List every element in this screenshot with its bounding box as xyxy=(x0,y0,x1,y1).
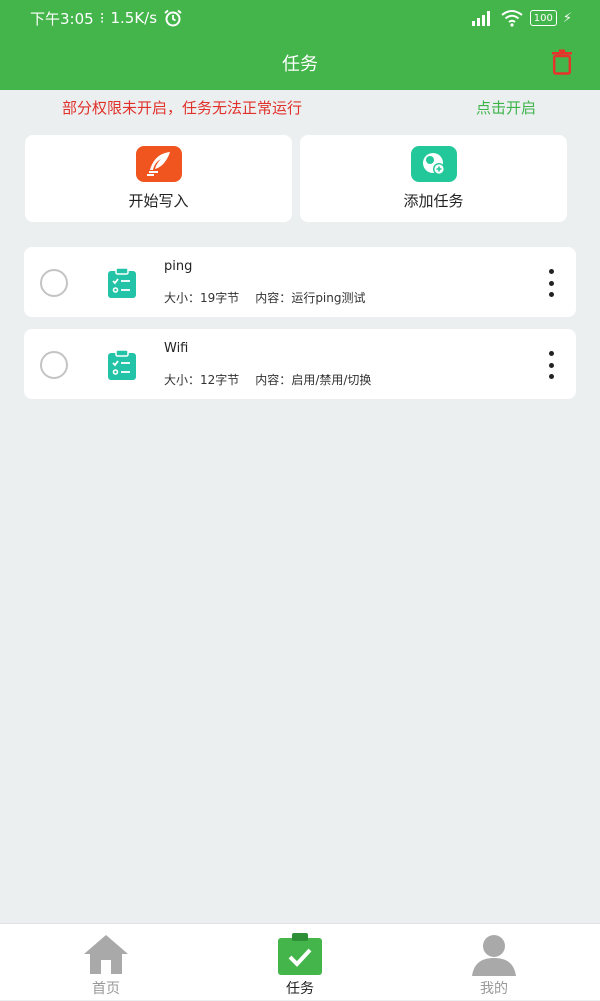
status-time: 下午3:05 xyxy=(30,9,94,28)
battery-icon: 100 xyxy=(529,10,557,26)
task-size-label: 大小： xyxy=(164,373,201,387)
more-options-icon[interactable] xyxy=(546,351,556,379)
task-content: 运行ping测试 xyxy=(291,291,366,305)
task-content-label: 内容： xyxy=(255,373,292,387)
bottom-nav: 首页 任务 我的 xyxy=(0,923,600,1000)
more-options-icon[interactable] xyxy=(546,269,556,297)
user-icon xyxy=(472,935,516,976)
task-meta: 大小：19字节 内容：运行ping测试 xyxy=(164,289,366,306)
home-icon xyxy=(84,935,128,974)
task-content-label: 内容： xyxy=(255,291,292,305)
app-bar: 任务 xyxy=(0,36,600,90)
quill-icon xyxy=(135,146,182,182)
nav-mine-label: 我的 xyxy=(480,981,508,997)
task-clipboard-icon xyxy=(278,933,322,975)
task-item-ping[interactable]: ping 大小：19字节 内容：运行ping测试 xyxy=(24,247,576,317)
permission-warning: 部分权限未开启，任务无法正常运行 xyxy=(62,98,303,117)
wifi-icon xyxy=(501,10,523,27)
page-title: 任务 xyxy=(282,54,318,75)
task-meta: 大小：12字节 内容：启用/禁用/切换 xyxy=(164,371,371,388)
trash-icon[interactable] xyxy=(550,49,574,75)
charging-icon: ⚡ xyxy=(562,10,572,26)
clipboard-icon xyxy=(108,267,136,298)
task-content: 启用/禁用/切换 xyxy=(291,373,372,387)
start-write-label: 开始写入 xyxy=(128,192,189,210)
nav-mine[interactable]: 我的 xyxy=(394,924,594,1001)
start-write-button[interactable]: 开始写入 xyxy=(25,135,292,222)
task-size-label: 大小： xyxy=(164,291,201,305)
nav-task[interactable]: 任务 xyxy=(200,924,400,1001)
task-name: Wifi xyxy=(164,341,189,356)
alarm-icon xyxy=(164,9,182,27)
nav-home-label: 首页 xyxy=(92,981,120,997)
add-task-button[interactable]: 添加任务 xyxy=(300,135,567,222)
battery-level: 100 xyxy=(533,12,553,24)
task-size: 12字节 xyxy=(200,373,240,387)
signal-icon xyxy=(471,11,490,26)
add-task-label: 添加任务 xyxy=(403,192,464,210)
task-item-wifi[interactable]: Wifi 大小：12字节 内容：启用/禁用/切换 xyxy=(24,329,576,399)
add-task-icon xyxy=(410,146,457,182)
task-select-radio[interactable] xyxy=(40,351,68,379)
enable-permission-link[interactable]: 点击开启 xyxy=(476,97,536,118)
status-bar: 下午3:05 ⁝ 1.5K/s 100 ⚡ xyxy=(0,0,600,36)
nav-home[interactable]: 首页 xyxy=(6,924,206,1001)
task-name: ping xyxy=(164,259,193,274)
status-speed: 1.5K/s xyxy=(110,9,158,27)
task-select-radio[interactable] xyxy=(40,269,68,297)
task-size: 19字节 xyxy=(200,291,240,305)
status-separator: ⁝ xyxy=(99,9,105,27)
clipboard-icon xyxy=(108,349,136,380)
nav-task-label: 任务 xyxy=(286,981,314,997)
permission-banner: 部分权限未开启，任务无法正常运行 点击开启 xyxy=(0,90,600,124)
